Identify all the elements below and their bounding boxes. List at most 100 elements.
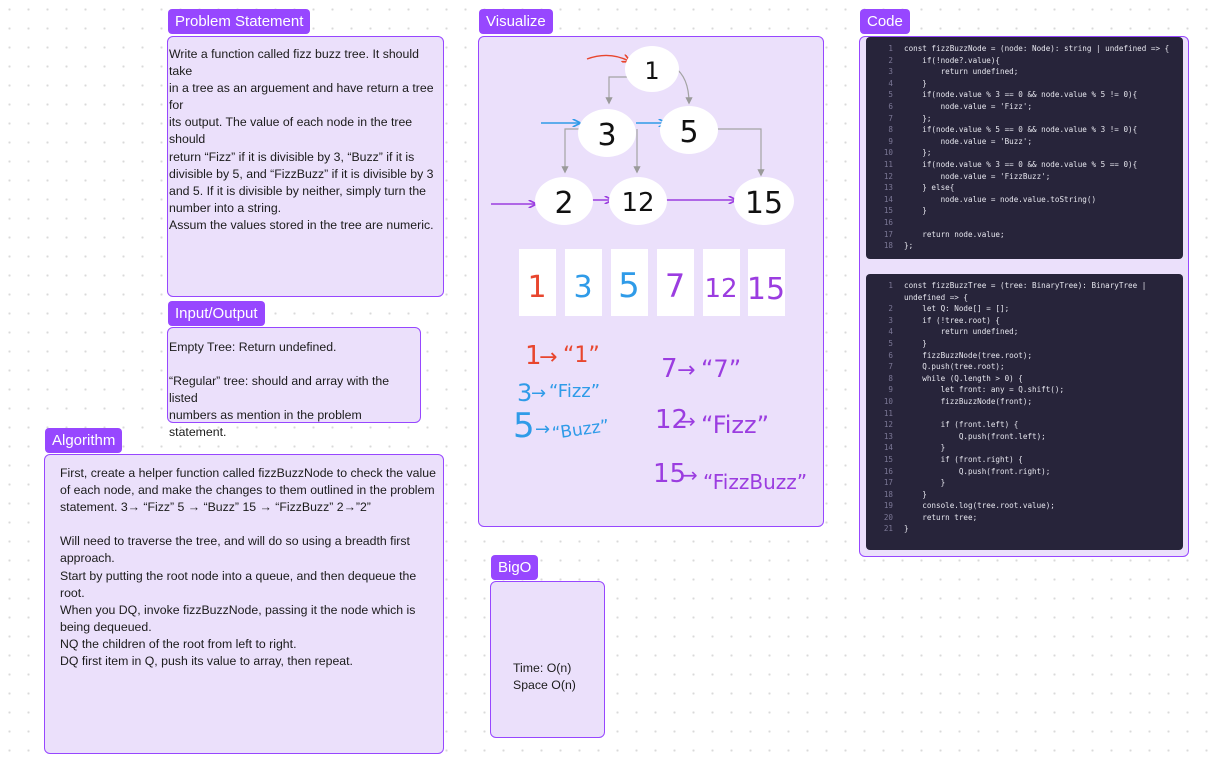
code-text: }	[904, 443, 946, 453]
code-text: const fizzBuzzNode = (node: Node): strin…	[904, 44, 1170, 53]
code-line: 6 fizzBuzzNode(tree.root);	[866, 350, 1183, 362]
code-line: 5 }	[866, 338, 1183, 350]
code-line: 1 const fizzBuzzNode = (node: Node): stri…	[866, 43, 1183, 55]
array-cell-value: 7	[665, 267, 685, 305]
text-line: Write a function called fizz buzz tree. …	[169, 47, 419, 79]
line-number: 18	[883, 241, 893, 251]
code-text: let Q: Node[] = [];	[904, 304, 1010, 314]
code-line: 16 Q.push(front.right);	[866, 466, 1183, 478]
code-line: 13 Q.push(front.left);	[866, 431, 1183, 443]
code-text: } else{	[904, 183, 955, 193]
code-text: node.value = 'FizzBuzz';	[904, 171, 1051, 181]
mapping-arrow: →	[681, 463, 698, 487]
text-line: root.	[60, 585, 85, 600]
code-text: return undefined;	[904, 327, 1019, 337]
code-line: 12 node.value = 'FizzBuzz';	[866, 171, 1183, 183]
array-cell-value: 12	[704, 274, 737, 304]
line-number: 2	[888, 55, 893, 65]
text-line: Will need to traverse the tree, and will…	[60, 534, 410, 549]
code-line: 15 }	[866, 205, 1183, 217]
code-line: 12 if (front.left) {	[866, 419, 1183, 431]
array-cell-value: 5	[618, 266, 640, 306]
input-output-frame[interactable]: Empty Tree: Return undefined. “Regular” …	[167, 327, 421, 439]
code-block-fizzbuzztree[interactable]: 1 const fizzBuzzTree = (tree: BinaryTree)…	[866, 274, 1183, 550]
line-number: 19	[883, 501, 893, 511]
mapping-to: “7”	[701, 355, 741, 383]
problem-statement-tag[interactable]: Problem Statement	[168, 9, 311, 34]
code-line: 16	[866, 217, 1183, 229]
text-line: number into a string.	[169, 200, 282, 215]
code-line: 3 return undefined;	[866, 66, 1183, 78]
mapping-to: “FizzBuzz”	[703, 470, 807, 494]
code-tag[interactable]: Code	[860, 9, 910, 34]
line-number: 15	[883, 206, 893, 216]
code-line: 1 const fizzBuzzTree = (tree: BinaryTree)…	[866, 280, 1183, 292]
mapping-to: “1”	[563, 343, 600, 368]
input-output-tag[interactable]: Input/Output	[168, 301, 265, 326]
code-text: if (!tree.root) {	[904, 315, 1001, 325]
line-number: 5	[888, 338, 893, 348]
code-text: }	[904, 524, 909, 534]
code-line: undefined => {	[866, 292, 1183, 304]
line-number: 14	[883, 194, 893, 204]
algorithm-frame[interactable]: First, create a helper function called f…	[44, 454, 444, 754]
text-line: When you DQ, invoke fizzBuzzNode, passin…	[60, 602, 416, 617]
text-line: being dequeued.	[60, 619, 152, 634]
visualize-frame[interactable]: 1 3 5 2 12 15 1 3 5 7 12 15 1 → “1” 7 → …	[478, 36, 824, 527]
line-number: 7	[888, 113, 893, 123]
code-line: 6 node.value = 'Fizz';	[866, 101, 1183, 113]
line-number: 10	[883, 396, 893, 406]
code-block-fizzbuzznode[interactable]: 1 const fizzBuzzNode = (node: Node): stri…	[866, 37, 1183, 259]
code-line: 14 node.value = node.value.toString()	[866, 194, 1183, 206]
line-number: 15	[883, 454, 893, 464]
mapping-to: “Buzz”	[551, 416, 611, 444]
code-line: 8 if(node.value % 5 == 0 && node.value %…	[866, 124, 1183, 136]
code-text: Q.push(front.right);	[904, 466, 1051, 476]
code-text: };	[904, 148, 932, 158]
text-line	[60, 516, 443, 533]
code-text: if(node.value % 3 == 0 && node.value % 5…	[904, 159, 1138, 169]
bigo-frame[interactable]: Time: O(n) Space O(n)	[490, 581, 605, 738]
code-text: console.log(tree.root.value);	[904, 501, 1055, 511]
line-number: 2	[888, 304, 893, 314]
text-line: Assum the values stored in the tree are …	[169, 217, 434, 232]
line-number: 10	[883, 148, 893, 158]
tree-node-label: 2	[554, 186, 573, 221]
text-line: NQ the children of the root from left to…	[60, 636, 297, 651]
tree-edge	[717, 128, 765, 177]
line-number: 4	[888, 78, 893, 88]
text-line: Empty Tree: Return undefined.	[169, 340, 337, 354]
code-line: 15 if (front.right) {	[866, 454, 1183, 466]
bigo-space: Space O(n)	[513, 678, 576, 693]
code-line: 9 let front: any = Q.shift();	[866, 384, 1183, 396]
line-number: 14	[883, 443, 893, 453]
code-text: return node.value;	[904, 229, 1005, 239]
code-text: Q.push(tree.root);	[904, 362, 1005, 372]
code-text: const fizzBuzzTree = (tree: BinaryTree):…	[904, 281, 1147, 290]
code-text: Q.push(front.left);	[904, 431, 1046, 441]
line-number: 1	[888, 281, 893, 290]
code-line: 18 }	[866, 489, 1183, 501]
code-text: }	[904, 338, 927, 348]
code-text: node.value = 'Fizz';	[904, 101, 1033, 111]
line-number: 6	[888, 101, 893, 111]
code-text: };	[904, 113, 932, 123]
tree-node-label: 1	[644, 57, 659, 85]
problem-statement-frame[interactable]: Write a function called fizz buzz tree. …	[167, 36, 444, 297]
line-number: 1	[888, 44, 893, 53]
code-line: 10 };	[866, 147, 1183, 159]
code-text: return undefined;	[904, 67, 1019, 77]
line-number: 17	[883, 478, 893, 488]
text-line: its output. The value of each node in th…	[169, 115, 413, 147]
visualize-tag[interactable]: Visualize	[479, 9, 553, 34]
text-line: numbers as mention in the problem statem…	[169, 408, 362, 440]
code-text: node.value = node.value.toString()	[904, 194, 1097, 204]
algorithm-tag[interactable]: Algorithm	[45, 428, 123, 453]
tree-edge	[605, 76, 629, 105]
line-number: 11	[883, 408, 893, 418]
bigo-time: Time: O(n)	[513, 661, 572, 675]
code-text: }	[904, 78, 927, 88]
line-number: 17	[883, 229, 893, 239]
bigo-tag[interactable]: BigO	[491, 555, 539, 580]
code-text: if (front.left) {	[904, 420, 1019, 430]
